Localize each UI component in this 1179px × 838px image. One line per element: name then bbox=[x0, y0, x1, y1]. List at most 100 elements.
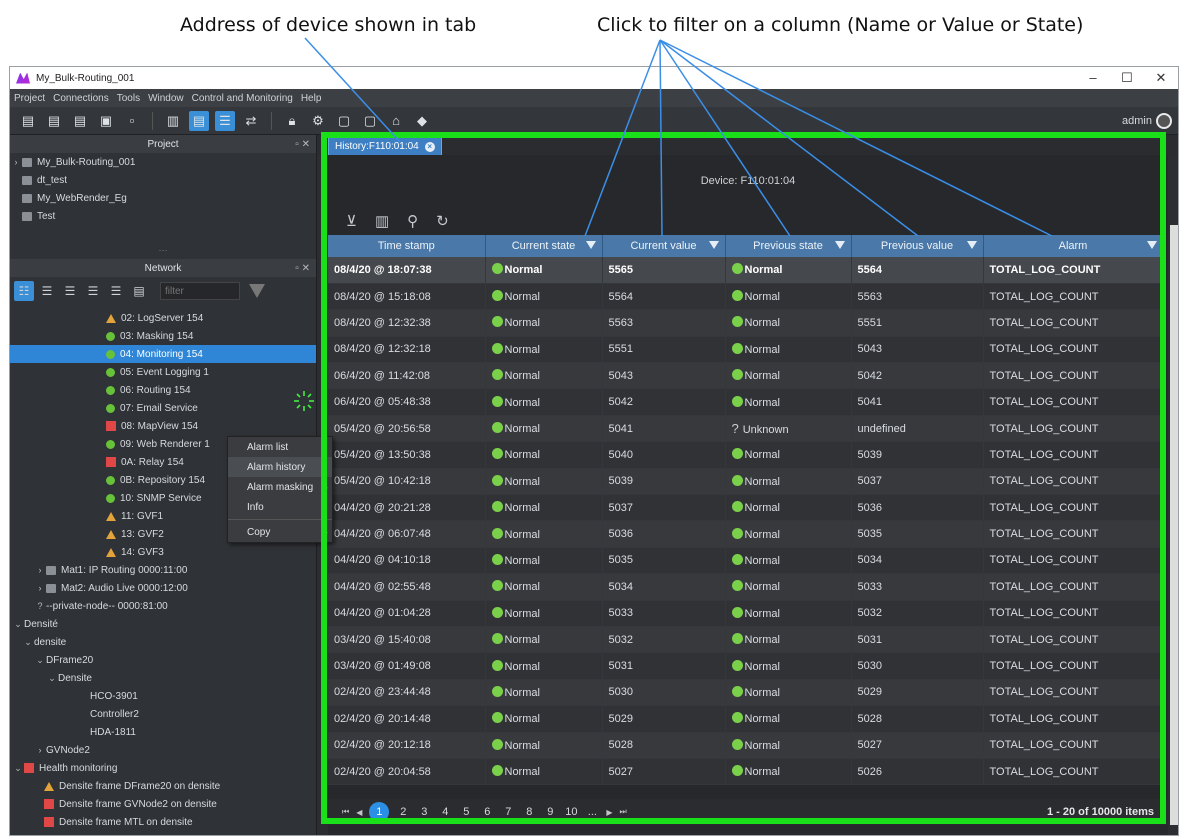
network-node[interactable]: 02: LogServer 154 bbox=[10, 309, 316, 327]
table-row[interactable]: 03/4/20 @ 15:40:08 Normal 5032 Normal 5031 TO… bbox=[328, 626, 1164, 654]
panel-splitter[interactable]: ⋯ bbox=[10, 245, 316, 259]
page-button[interactable]: 9 bbox=[543, 806, 557, 818]
filter-icon[interactable] bbox=[834, 241, 845, 249]
menu-item-info[interactable]: Info bbox=[228, 497, 332, 517]
column-header-previous-state[interactable]: Previous state bbox=[725, 235, 852, 257]
column-header-previous-value[interactable]: Previous value bbox=[851, 235, 984, 257]
network-node[interactable]: Densite frame MTL on densite bbox=[10, 813, 316, 831]
menu-project[interactable]: Project bbox=[14, 93, 45, 104]
close-icon[interactable]: × bbox=[424, 141, 435, 152]
maximize-button[interactable]: ☐ bbox=[1110, 70, 1144, 86]
chevron-right-icon[interactable]: › bbox=[34, 745, 46, 755]
network-node[interactable]: ⌄ Densite bbox=[10, 669, 316, 687]
network-node[interactable]: HCO-3901 bbox=[10, 687, 316, 705]
tree-view-icon[interactable]: ☰ bbox=[37, 281, 57, 301]
gear-icon[interactable]: ⚙ bbox=[308, 111, 328, 131]
filter-icon[interactable] bbox=[966, 241, 977, 249]
list-view-icon[interactable]: ☰ bbox=[106, 281, 126, 301]
table-row[interactable]: 08/4/20 @ 12:32:18 Normal 5551 Normal 5043 TO… bbox=[328, 336, 1164, 364]
filter-icon[interactable] bbox=[585, 241, 596, 249]
project-item[interactable]: My_WebRender_Eg bbox=[10, 189, 316, 207]
columns-icon[interactable]: ▥ bbox=[375, 212, 389, 230]
project-view-icon[interactable]: ▤ bbox=[189, 110, 209, 131]
tab-history[interactable]: History:F110:01:04 × bbox=[328, 137, 442, 155]
menu-control-monitoring[interactable]: Control and Monitoring bbox=[192, 93, 293, 104]
page-button[interactable]: ... bbox=[585, 806, 599, 818]
network-node[interactable]: 14: GVF3 bbox=[10, 543, 316, 561]
clear-filter-icon[interactable]: ⊻ bbox=[346, 212, 357, 230]
chevron-down-icon[interactable]: ⌄ bbox=[46, 673, 58, 684]
network-node[interactable]: ⌄ Densité bbox=[10, 615, 316, 633]
table-row[interactable]: 05/4/20 @ 13:50:38 Normal 5040 Normal 5039 TO… bbox=[328, 441, 1164, 469]
user-menu[interactable]: admin bbox=[1122, 112, 1172, 129]
network-node[interactable]: 08: MapView 154 bbox=[10, 417, 316, 435]
table-row[interactable]: 04/4/20 @ 01:04:28 Normal 5033 Normal 5032 TO… bbox=[328, 600, 1164, 627]
filter-icon[interactable] bbox=[249, 284, 265, 298]
menu-tools[interactable]: Tools bbox=[117, 93, 140, 104]
page-button[interactable]: 1 bbox=[369, 802, 390, 822]
table-row[interactable]: 06/4/20 @ 05:48:38 Normal 5042 Normal 5041 TO… bbox=[328, 388, 1164, 416]
network-node[interactable]: ⌄ densite bbox=[10, 633, 316, 651]
lock-icon[interactable]: 🔒︎ bbox=[282, 111, 302, 131]
expand-icon[interactable]: ☰ bbox=[60, 281, 80, 301]
page-button[interactable]: 5 bbox=[459, 806, 473, 818]
chevron-right-icon[interactable]: › bbox=[10, 157, 22, 167]
network-node[interactable]: 04: Monitoring 154 bbox=[10, 345, 316, 363]
first-page-icon[interactable]: ⏮ bbox=[342, 807, 349, 817]
table-row[interactable]: 08/4/20 @ 15:18:08 Normal 5564 Normal 5563 TO… bbox=[328, 283, 1164, 311]
table-row[interactable]: 06/4/20 @ 11:42:08 Normal 5043 Normal 5042 TO… bbox=[328, 362, 1164, 390]
table-row[interactable]: 05/4/20 @ 10:42:18 Normal 5039 Normal 5037 TO… bbox=[328, 468, 1164, 496]
monitor-icon[interactable]: ▢ bbox=[334, 111, 354, 131]
page-button[interactable]: 7 bbox=[501, 806, 515, 818]
next-page-icon[interactable]: ▶ bbox=[606, 808, 612, 817]
network-node[interactable]: ? --private-node-- 0000:81:00 bbox=[10, 597, 316, 615]
table-row[interactable]: 02/4/20 @ 23:44:48 Normal 5030 Normal 5029 TO… bbox=[328, 679, 1164, 707]
network-node[interactable]: 05: Event Logging 1 bbox=[10, 363, 316, 381]
close-button[interactable]: ✕ bbox=[1144, 70, 1178, 86]
chevron-down-icon[interactable]: ⌄ bbox=[34, 655, 46, 666]
network-node[interactable]: › Mat1: IP Routing 0000:11:00 bbox=[10, 561, 316, 579]
search-icon[interactable]: ⚲ bbox=[407, 212, 418, 230]
filter-icon[interactable] bbox=[1146, 241, 1157, 249]
filter-icon[interactable] bbox=[708, 241, 719, 249]
table-row[interactable]: 05/4/20 @ 20:56:58 Normal 5041? Unknown unde… bbox=[328, 415, 1164, 443]
table-row[interactable]: 08/4/20 @ 12:32:38 Normal 5563 Normal 5551 TO… bbox=[328, 309, 1164, 337]
network-node[interactable]: HDA-1811 bbox=[10, 723, 316, 741]
menu-item-copy[interactable]: Copy ▶ bbox=[228, 522, 332, 542]
network-node[interactable]: › Mat2: Audio Live 0000:12:00 bbox=[10, 579, 316, 597]
connections-icon[interactable]: ⇄ bbox=[241, 111, 261, 131]
chevron-right-icon[interactable]: › bbox=[34, 565, 46, 575]
table-row[interactable]: 03/4/20 @ 01:49:08 Normal 5031 Normal 5030 TO… bbox=[328, 652, 1164, 680]
menu-window[interactable]: Window bbox=[148, 93, 184, 104]
table-row[interactable]: 04/4/20 @ 06:07:48 Normal 5036 Normal 5035 TO… bbox=[328, 520, 1164, 548]
import-project-icon[interactable]: ▤ bbox=[70, 111, 90, 131]
properties-icon[interactable]: ▥ bbox=[163, 111, 183, 131]
network-view-icon[interactable]: ☰ bbox=[215, 110, 235, 131]
table-row[interactable]: 04/4/20 @ 02:55:48 Normal 5034 Normal 5033 TO… bbox=[328, 573, 1164, 601]
table-row[interactable]: 02/4/20 @ 20:04:58 Normal 5027 Normal 5026 TO… bbox=[328, 758, 1164, 786]
page-button[interactable]: 4 bbox=[438, 806, 452, 818]
network-node[interactable]: ⌄ Health monitoring bbox=[10, 759, 316, 777]
vertical-scrollbar[interactable] bbox=[1170, 225, 1178, 825]
prev-page-icon[interactable]: ◀ bbox=[356, 808, 362, 817]
network-node[interactable]: › GVNode2 bbox=[10, 741, 316, 759]
open-project-icon[interactable]: ▤ bbox=[44, 111, 64, 131]
column-header-current-state[interactable]: Current state bbox=[485, 235, 603, 257]
column-header-alarm[interactable]: Alarm bbox=[983, 235, 1164, 257]
chevron-right-icon[interactable]: › bbox=[34, 583, 46, 593]
network-node[interactable]: Densite frame GVNode2 on densite bbox=[10, 795, 316, 813]
page-button[interactable]: 8 bbox=[522, 806, 536, 818]
column-header-time-stamp[interactable]: Time stamp bbox=[328, 235, 486, 257]
chevron-down-icon[interactable]: ⌄ bbox=[12, 763, 24, 774]
monitor-list-icon[interactable]: ▢ bbox=[360, 111, 380, 131]
network-node[interactable]: 06: Routing 154 bbox=[10, 381, 316, 399]
table-row[interactable]: 08/4/20 @ 18:07:38 Normal 5565 Normal 5564 TO… bbox=[328, 257, 1164, 284]
network-node[interactable]: 03: Masking 154 bbox=[10, 327, 316, 345]
panel-close-icon[interactable]: ▫ ✕ bbox=[295, 139, 310, 150]
network-node[interactable]: Controller2 bbox=[10, 705, 316, 723]
network-node[interactable]: ⌄ DFrame20 bbox=[10, 651, 316, 669]
new-project-icon[interactable]: ▤ bbox=[18, 111, 38, 131]
menu-connections[interactable]: Connections bbox=[53, 93, 109, 104]
menu-help[interactable]: Help bbox=[301, 93, 322, 104]
last-page-icon[interactable]: ⏭ bbox=[620, 807, 627, 817]
